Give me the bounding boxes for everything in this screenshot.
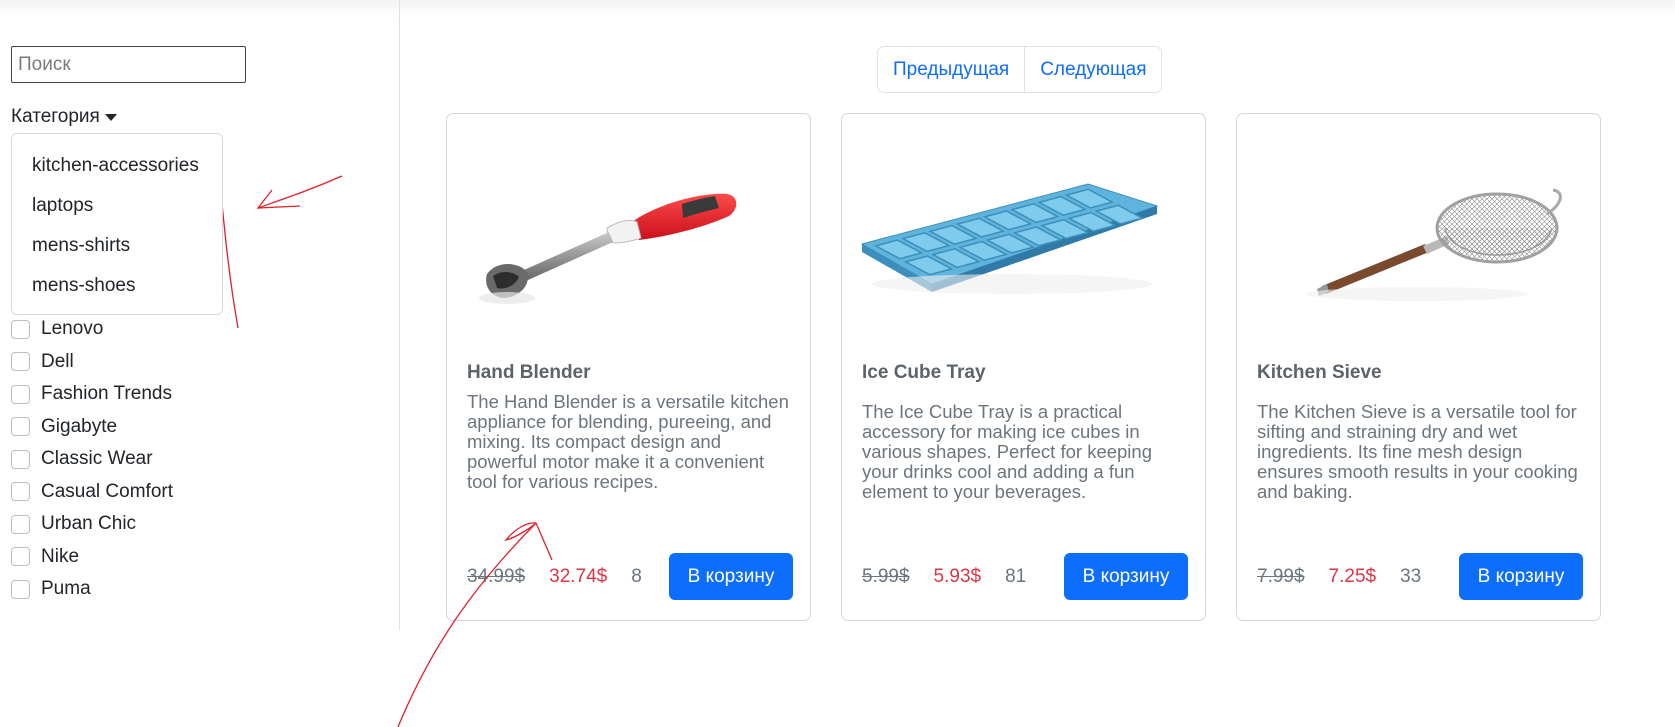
brand-filter-item: Urban Chic <box>11 508 173 541</box>
brand-label: Dell <box>41 350 74 372</box>
stock-count: 33 <box>1400 565 1422 587</box>
discount-price: 5.93$ <box>933 565 982 587</box>
brand-filter-item: Casual Comfort <box>11 476 173 509</box>
filter-sidebar: Категория kitchen-accessories laptops me… <box>0 0 400 630</box>
old-price: 5.99$ <box>862 565 910 587</box>
brand-checkbox[interactable] <box>11 482 30 502</box>
brand-filter-item: Gigabyte <box>11 411 173 444</box>
category-dropdown-menu: kitchen-accessories laptops mens-shirts … <box>11 133 223 315</box>
category-option[interactable]: laptops <box>12 186 222 226</box>
brand-checkbox[interactable] <box>11 449 30 469</box>
product-footer: 34.99$ 32.74$ 8 В корзину <box>467 553 793 600</box>
add-to-cart-button[interactable]: В корзину <box>1459 553 1583 600</box>
product-footer: 7.99$ 7.25$ 33 В корзину <box>1257 553 1583 600</box>
brand-filter-item: Lenovo <box>11 313 173 346</box>
stock-count: 8 <box>631 565 642 587</box>
category-dropdown-toggle[interactable]: Категория <box>11 106 117 128</box>
hand-blender-image <box>479 193 737 304</box>
brand-filter-item: Puma <box>11 573 173 606</box>
brand-checkbox[interactable] <box>11 514 30 534</box>
product-footer: 5.99$ 5.93$ 81 В корзину <box>862 553 1188 600</box>
product-card: Ice Cube Tray The Ice Cube Tray is a pra… <box>841 113 1206 621</box>
brand-filter-item: Dell <box>11 346 173 379</box>
stock-count: 81 <box>1005 565 1027 587</box>
old-price: 34.99$ <box>467 565 526 587</box>
product-title: Hand Blender <box>467 362 591 383</box>
product-card: Hand Blender The Hand Blender is a versa… <box>446 113 811 621</box>
brand-label: Casual Comfort <box>41 480 173 502</box>
brand-checkbox[interactable] <box>11 352 30 372</box>
brand-label: Classic Wear <box>41 448 153 470</box>
pagination: Предыдущая Следующая <box>877 46 1163 93</box>
brand-filter-item: Fashion Trends <box>11 378 173 411</box>
product-card: Kitchen Sieve The Kitchen Sieve is a ver… <box>1236 113 1601 621</box>
brand-filter-item: Nike <box>11 541 173 574</box>
product-title: Ice Cube Tray <box>862 362 986 383</box>
category-label: Категория <box>11 106 100 127</box>
category-option[interactable]: mens-shoes <box>12 266 222 306</box>
brand-label: Urban Chic <box>41 513 137 535</box>
product-description: The Ice Cube Tray is a practical accesso… <box>862 401 1152 502</box>
brand-checkbox[interactable] <box>11 384 30 404</box>
brand-label: Gigabyte <box>41 415 118 437</box>
category-option[interactable]: kitchen-accessories <box>12 146 222 186</box>
next-page-button[interactable]: Следующая <box>1024 47 1162 92</box>
brand-filter-list: Lenovo Dell Fashion Trends Gigabyte Clas… <box>11 313 173 606</box>
search-input[interactable] <box>11 46 246 83</box>
brand-label: Fashion Trends <box>41 383 172 405</box>
category-option[interactable]: mens-shirts <box>12 226 222 266</box>
discount-price: 7.25$ <box>1328 565 1377 587</box>
product-description: The Hand Blender is a versatile kitchen … <box>467 391 789 492</box>
kitchen-sieve-image <box>1307 188 1562 301</box>
add-to-cart-button[interactable]: В корзину <box>1064 553 1188 600</box>
brand-label: Nike <box>41 545 80 567</box>
brand-label: Lenovo <box>41 318 104 340</box>
add-to-cart-button[interactable]: В корзину <box>669 553 793 600</box>
caret-down-icon <box>104 113 117 121</box>
product-title: Kitchen Sieve <box>1257 362 1382 383</box>
brand-checkbox[interactable] <box>11 417 30 437</box>
old-price: 7.99$ <box>1257 565 1305 587</box>
brand-checkbox[interactable] <box>11 319 30 339</box>
brand-filter-item: Classic Wear <box>11 443 173 476</box>
discount-price: 32.74$ <box>549 565 608 587</box>
brand-label: Puma <box>41 578 91 600</box>
product-description: The Kitchen Sieve is a versatile tool fo… <box>1257 401 1578 502</box>
brand-checkbox[interactable] <box>11 547 30 567</box>
brand-checkbox[interactable] <box>11 579 30 599</box>
previous-page-button[interactable]: Предыдущая <box>878 47 1025 92</box>
ice-cube-tray-image <box>860 183 1159 294</box>
